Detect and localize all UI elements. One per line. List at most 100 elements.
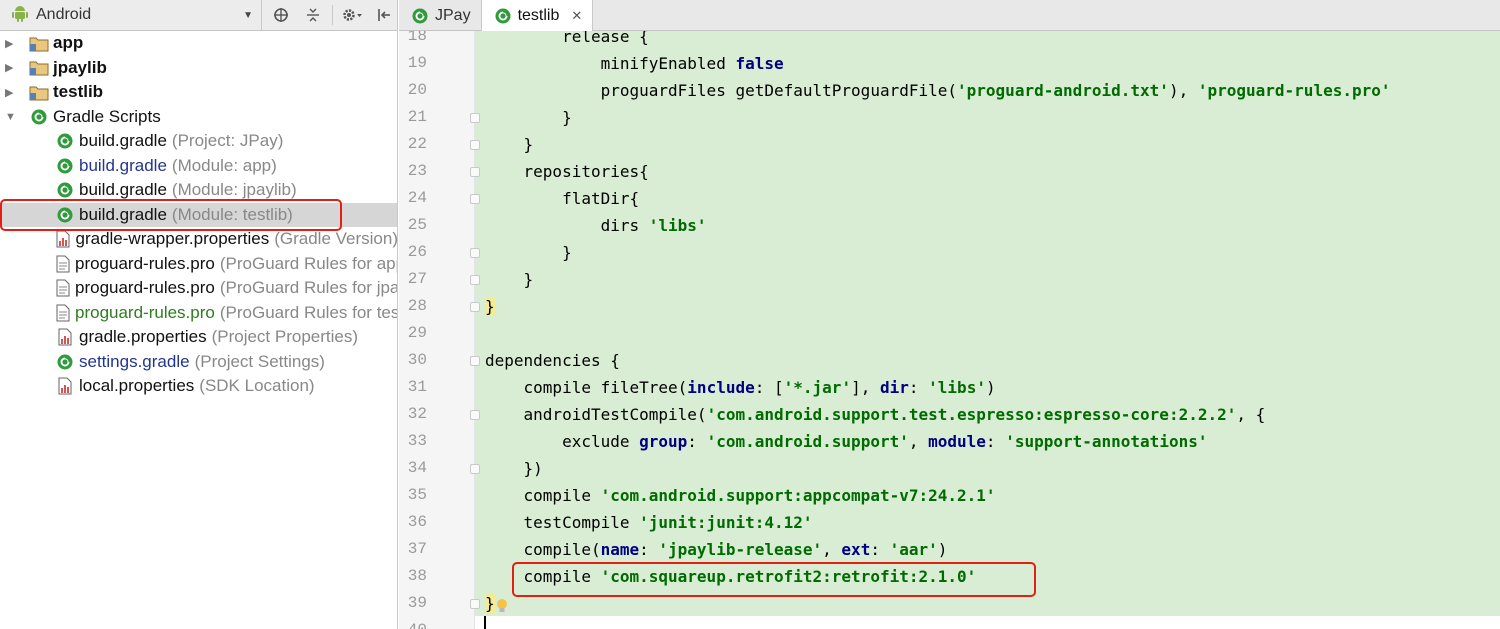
tree-item-name: app [53, 33, 84, 53]
code-token: } [485, 243, 572, 262]
module-folder-icon [29, 34, 49, 52]
code-token: compile( [485, 540, 601, 559]
expanded-arrow-icon[interactable]: ▼ [5, 111, 19, 123]
tree-item-name: Gradle Scripts [53, 106, 161, 126]
code-text: compile(name: 'jpaylib-release', ext: 'a… [485, 536, 948, 563]
tab-label: testlib [517, 7, 560, 24]
tree-item[interactable]: ▶ jpaylib [0, 56, 397, 81]
code-text: compile fileTree(include: ['*.jar'], dir… [485, 374, 996, 401]
fold-marker-icon[interactable] [470, 167, 480, 177]
line-number: 23 [407, 162, 427, 180]
tree-item-description: (Project: JPay) [171, 131, 284, 151]
tree-item[interactable]: proguard-rules.pro (ProGuard Rules for te… [0, 301, 397, 326]
fold-marker-icon[interactable] [470, 275, 480, 285]
code-token: flatDir{ [485, 189, 640, 208]
code-token: ext [841, 540, 871, 559]
code-token: compile [485, 486, 601, 505]
fold-marker-icon[interactable] [470, 410, 480, 420]
fold-marker-icon[interactable] [470, 140, 480, 150]
hide-panel-icon[interactable] [371, 2, 397, 28]
tree-item[interactable]: gradle.properties (Project Properties) [0, 325, 397, 350]
lightbulb-icon[interactable] [495, 598, 509, 614]
tree-item[interactable]: proguard-rules.pro (ProGuard Rules for ap… [0, 252, 398, 277]
line-number: 26 [407, 243, 427, 261]
line-number: 31 [407, 378, 427, 396]
line-number: 21 [407, 108, 427, 126]
code-text: proguardFiles getDefaultProguardFile('pr… [485, 77, 1391, 104]
tree-item-name: gradle-wrapper.properties [75, 229, 270, 249]
code-line: 33 exclude group: 'com.android.support',… [399, 428, 1500, 455]
code-token: 'com.android.support:appcompat-v7:24.2.1… [600, 486, 996, 505]
code-token: : [908, 378, 929, 397]
tree-item-description: (ProGuard Rules for app) [219, 253, 398, 273]
tree-item-description: (ProGuard Rules for jpaylib) [219, 278, 397, 298]
tree-item-name: proguard-rules.pro [75, 278, 215, 298]
scroll-from-source-icon[interactable] [268, 2, 294, 28]
gradle-icon [29, 108, 49, 126]
line-number: 28 [407, 297, 427, 315]
fold-marker-icon[interactable] [470, 464, 480, 474]
properties-icon [55, 328, 75, 346]
code-token: 'libs' [648, 216, 707, 235]
code-token: 'junit:junit:4.12' [639, 513, 813, 532]
code-token: } [485, 270, 534, 289]
tree-item[interactable]: ▶ testlib [0, 80, 397, 105]
fold-marker-icon[interactable] [470, 599, 480, 609]
tab-jpay[interactable]: JPay [399, 0, 482, 31]
highlight-box-build-gradle-testlib [0, 199, 342, 231]
tree-item-description: (Module: jpaylib) [171, 180, 297, 200]
line-number: 27 [407, 270, 427, 288]
code-text: androidTestCompile('com.android.support.… [485, 401, 1266, 428]
code-token: 'jpaylib-release' [658, 540, 823, 559]
code-token: proguardFiles getDefaultProguardFile( [485, 81, 958, 100]
code-token: : [985, 432, 1006, 451]
tree-item[interactable]: local.properties (SDK Location) [0, 374, 397, 399]
tree-item[interactable]: build.gradle (Module: app) [0, 154, 397, 179]
tree-item-description: (Module: app) [171, 155, 277, 175]
collapsed-arrow-icon[interactable]: ▶ [5, 37, 19, 50]
tree-item[interactable]: build.gradle (Project: JPay) [0, 129, 397, 154]
line-number: 38 [407, 567, 427, 585]
text-caret [484, 616, 486, 629]
code-text: dependencies { [485, 347, 620, 374]
code-token: dir [879, 378, 909, 397]
code-token: } [485, 297, 495, 316]
code-line: 32 androidTestCompile('com.android.suppo… [399, 401, 1500, 428]
fold-marker-icon[interactable] [470, 113, 480, 123]
tree-item[interactable]: settings.gradle (Project Settings) [0, 350, 397, 375]
code-text: minifyEnabled false [485, 50, 784, 77]
tree-item[interactable]: ▼ Gradle Scripts [0, 105, 397, 130]
close-icon[interactable]: ✕ [571, 8, 582, 24]
fold-marker-icon[interactable] [470, 194, 480, 204]
code-text: release { [485, 31, 649, 50]
code-token: exclude [485, 432, 640, 451]
code-text: } [485, 131, 534, 158]
tree-item[interactable]: ▶ app [0, 31, 397, 56]
tab-testlib[interactable]: testlib ✕ [481, 0, 594, 32]
project-view-selector[interactable]: Android ▼ [0, 0, 262, 31]
line-number: 35 [407, 486, 427, 504]
tree-item[interactable]: proguard-rules.pro (ProGuard Rules for jp… [0, 276, 397, 301]
collapsed-arrow-icon[interactable]: ▶ [5, 61, 19, 74]
highlight-box-retrofit-dependency [512, 562, 1036, 597]
code-editor[interactable]: 18 release {19 minifyEnabled false 20 pro… [399, 31, 1500, 629]
code-line: 22 } [399, 131, 1500, 158]
code-line: 19 minifyEnabled false [399, 50, 1500, 77]
line-number: 25 [407, 216, 427, 234]
line-number: 20 [407, 81, 427, 99]
collapse-all-icon[interactable] [300, 2, 326, 28]
tree-item-description: (SDK Location) [199, 376, 315, 396]
collapsed-arrow-icon[interactable]: ▶ [5, 86, 19, 99]
fold-marker-icon[interactable] [470, 356, 480, 366]
code-line: 26 } [399, 239, 1500, 266]
code-line: 30 dependencies { [399, 347, 1500, 374]
fold-marker-icon[interactable] [470, 248, 480, 258]
line-number: 18 [407, 31, 427, 45]
code-text: } [485, 266, 534, 293]
gear-icon[interactable] [339, 2, 365, 28]
code-token: : [639, 540, 659, 559]
tree-item-description: (Project Properties) [211, 327, 359, 347]
tree-item-description: (ProGuard Rules for testlib) [219, 302, 397, 322]
tree-item-name: local.properties [79, 376, 195, 396]
fold-marker-icon[interactable] [470, 302, 480, 312]
